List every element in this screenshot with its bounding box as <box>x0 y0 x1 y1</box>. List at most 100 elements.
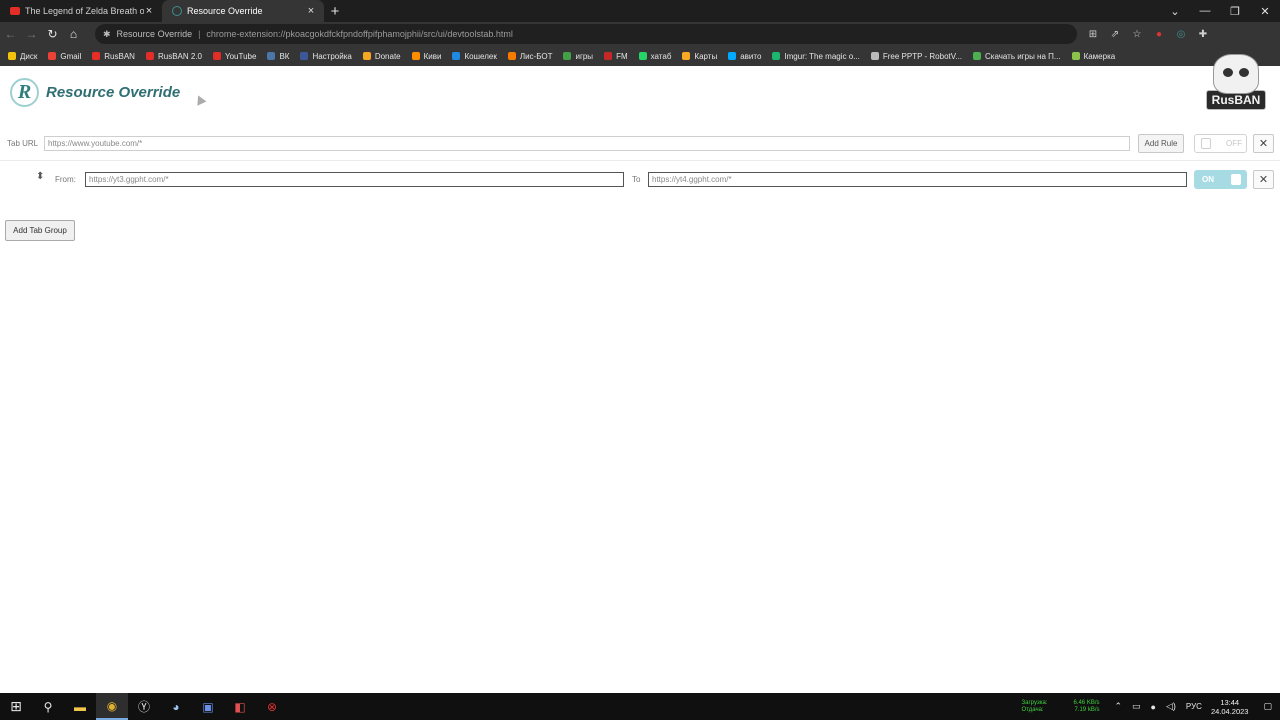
extensions-puzzle-icon[interactable]: ✚ <box>1192 29 1214 40</box>
windows-start-icon[interactable]: ⊞ <box>0 693 32 720</box>
bookmark-item[interactable]: авито <box>728 52 761 61</box>
tab-url-input[interactable]: https://www.youtube.com/* <box>44 136 1130 151</box>
drag-sort-icon[interactable]: ⬍ <box>36 172 44 182</box>
yandex-browser-icon[interactable]: Ⓨ <box>128 693 160 720</box>
bookmark-favicon-icon <box>452 52 461 60</box>
to-url-input[interactable]: https://yt4.ggpht.com/* <box>648 172 1187 187</box>
language-indicator[interactable]: РУС <box>1186 702 1202 711</box>
add-tab-group-button[interactable]: Add Tab Group <box>5 220 75 241</box>
tab-title: The Legend of Zelda Breath of th <box>25 6 144 16</box>
tab-group-toggle[interactable]: OFF <box>1194 134 1247 153</box>
steam-icon[interactable]: ◕ <box>160 693 192 720</box>
bookmark-item[interactable]: FM <box>604 52 628 61</box>
tab-resource-override[interactable]: Resource Override × <box>162 0 324 22</box>
bookmark-favicon-icon <box>411 52 420 60</box>
bookmark-item[interactable]: Лис-БОТ <box>507 52 552 61</box>
restore-icon[interactable]: ❐ <box>1220 5 1250 18</box>
bookmark-item[interactable]: YouTube <box>213 52 256 61</box>
file-explorer-icon[interactable]: ▬ <box>64 693 96 720</box>
toggle-label: OFF <box>1226 139 1242 148</box>
add-rule-button[interactable]: Add Rule <box>1138 134 1184 153</box>
logo-r-icon: R <box>10 78 39 107</box>
network-icon[interactable]: ▭ <box>1132 701 1141 712</box>
bookmark-item[interactable]: ВК <box>267 52 289 61</box>
extension-red-icon[interactable]: ● <box>1148 29 1170 40</box>
bookmark-item[interactable]: Карты <box>682 52 717 61</box>
bookmark-label: Free PPTP - RobotV... <box>882 51 963 61</box>
bookmark-favicon-icon <box>682 52 691 60</box>
close-window-icon[interactable]: ✕ <box>1250 5 1280 18</box>
bookmark-item[interactable]: Диск <box>8 52 37 61</box>
remove-tab-group-button[interactable]: ✕ <box>1253 134 1274 153</box>
microphone-icon[interactable]: ● <box>1151 702 1156 712</box>
tab-search-icon[interactable]: ⌄ <box>1160 5 1190 18</box>
bookmark-item[interactable]: Free PPTP - RobotV... <box>870 51 963 61</box>
bookmark-item[interactable]: Imgur: The magic o... <box>772 51 860 61</box>
bookmark-label: Настройка <box>312 51 352 61</box>
bookmark-item[interactable]: Киви <box>411 52 441 61</box>
search-icon[interactable]: ⚲ <box>32 693 64 720</box>
bookmark-label: Кошелек <box>464 51 497 61</box>
resource-override-page: R Resource Override RusBAN Tab URL https… <box>0 54 1280 693</box>
share-icon[interactable]: ⇗ <box>1104 29 1126 40</box>
tab-zelda[interactable]: The Legend of Zelda Breath of th × <box>0 0 162 22</box>
bookmark-label: Donate <box>374 51 401 61</box>
bookmark-star-icon[interactable]: ☆ <box>1126 29 1148 40</box>
from-url-input[interactable]: https://yt3.ggpht.com/* <box>85 172 624 187</box>
save-disk-icon[interactable]: ▣ <box>192 693 224 720</box>
bookmark-favicon-icon <box>973 52 982 60</box>
browser-tab-strip: The Legend of Zelda Breath of th × Resou… <box>0 0 1280 22</box>
bookmark-item[interactable]: Настройка <box>300 51 352 61</box>
pdf-reader-icon[interactable]: ◧ <box>224 693 256 720</box>
tray-chevron-icon[interactable]: ⌃ <box>1114 701 1122 712</box>
bookmark-favicon-icon <box>213 52 221 60</box>
bookmark-item[interactable]: Камерка <box>1071 52 1115 61</box>
address-bar[interactable]: ✱ Resource Override | chrome-extension:/… <box>95 24 1077 44</box>
bookmark-label: ВК <box>279 51 290 61</box>
address-separator: | <box>198 29 201 39</box>
upload-label: Отдача: <box>1021 706 1044 713</box>
tab-close-icon[interactable]: × <box>306 5 316 17</box>
toggle-label: ON <box>1202 175 1214 184</box>
mouse-cursor-icon <box>193 93 207 106</box>
volume-icon[interactable]: ◁) <box>1166 701 1176 712</box>
clock[interactable]: 13:44 24.04.2023 <box>1211 698 1249 716</box>
bookmark-item[interactable]: Кошелек <box>452 51 497 61</box>
notifications-icon[interactable]: ▢ <box>1263 701 1272 712</box>
bookmark-favicon-icon <box>145 52 154 60</box>
chrome-icon[interactable]: ◉ <box>96 693 128 720</box>
resource-override-favicon-icon <box>172 6 182 16</box>
bookmark-item[interactable]: Gmail <box>48 52 81 61</box>
new-tab-button[interactable]: + <box>324 0 346 22</box>
app-logo: R Resource Override <box>10 78 180 107</box>
upload-speed: 7.19 kB/s <box>1074 706 1100 713</box>
bookmark-item[interactable]: Donate <box>362 51 401 61</box>
address-site-name: Resource Override <box>116 29 193 39</box>
bookmark-favicon-icon <box>772 52 781 60</box>
bookmark-label: Imgur: The magic o... <box>784 51 860 61</box>
bookmark-favicon-icon <box>638 52 647 60</box>
bookmark-item[interactable]: игры <box>563 52 593 61</box>
bookmark-item[interactable]: RusBAN <box>92 52 135 61</box>
tab-close-icon[interactable]: × <box>144 5 154 17</box>
address-url: chrome-extension://pkoacgokdfckfpndoffpi… <box>206 29 513 39</box>
rule-toggle[interactable]: ON <box>1194 170 1247 189</box>
bookmark-item[interactable]: Скачать игры на П... <box>973 52 1061 61</box>
bookmark-item[interactable]: хатаб <box>638 52 671 61</box>
red-app-icon[interactable]: ⊗ <box>256 693 288 720</box>
translate-icon[interactable]: ⊞ <box>1082 29 1104 40</box>
bookmark-label: авито <box>740 51 762 61</box>
reload-icon[interactable]: ↻ <box>42 27 63 41</box>
back-icon[interactable]: ← <box>0 27 21 41</box>
bookmark-item[interactable]: RusBAN 2.0 <box>145 52 202 61</box>
bookmark-label: YouTube <box>225 51 257 61</box>
minimize-icon[interactable]: — <box>1190 5 1220 17</box>
windows-taskbar: ⊞ ⚲ ▬ ◉ Ⓨ ◕ ▣ ◧ ⊗ Загрузка: Отдача: 6.46… <box>0 693 1280 720</box>
window-controls: ⌄ — ❐ ✕ <box>1160 0 1280 22</box>
forward-icon[interactable]: → <box>21 27 42 41</box>
bookmark-favicon-icon <box>870 52 879 60</box>
resource-override-extension-icon[interactable]: ◎ <box>1170 29 1192 40</box>
home-icon[interactable]: ⌂ <box>63 27 84 41</box>
remove-rule-button[interactable]: ✕ <box>1253 170 1274 189</box>
bookmarks-bar: Диск Gmail RusBAN RusBAN 2.0 YouTube ВК Настро… <box>0 46 1280 66</box>
